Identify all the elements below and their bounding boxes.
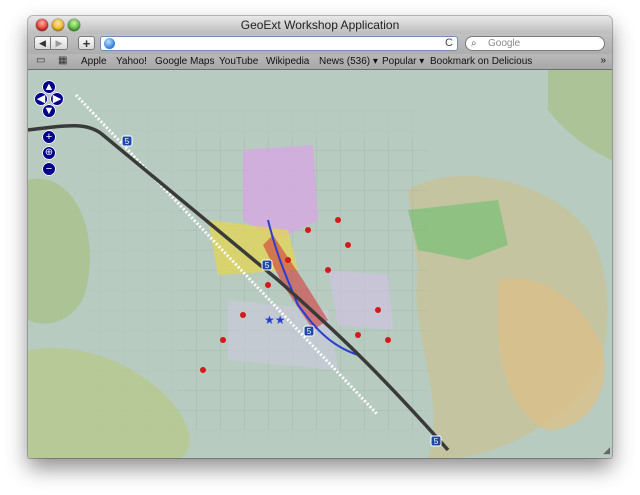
- mixed-zone: [328, 270, 393, 330]
- zoom-in-button[interactable]: +: [42, 130, 56, 144]
- book-icon[interactable]: ▭: [36, 55, 45, 66]
- back-button[interactable]: ◀: [34, 36, 51, 50]
- map-viewport[interactable]: ★★ 5 5 5 5 ▲ ◀ ▶ ▼ + ⊕ − ◢: [28, 70, 612, 458]
- search-icon: ⌕: [471, 38, 477, 49]
- bookmark-item[interactable]: Google Maps: [155, 56, 214, 67]
- globe-icon: [104, 38, 115, 49]
- star-icon[interactable]: ★★: [264, 313, 286, 327]
- bookmarks-bar: ▭ ▦ Apple Yahoo! Google Maps YouTube Wik…: [28, 54, 612, 70]
- grid-icon[interactable]: ▦: [58, 55, 67, 66]
- route-shield-label: 5: [265, 261, 270, 270]
- zoom-world-button[interactable]: ⊕: [42, 146, 56, 160]
- route-shield: 5: [430, 435, 442, 447]
- add-bookmark-button[interactable]: +: [78, 36, 95, 51]
- zoom-out-button[interactable]: −: [42, 162, 56, 176]
- route-shield-label: 5: [125, 137, 130, 146]
- forward-button[interactable]: ▶: [51, 36, 68, 50]
- bookmark-item[interactable]: Yahoo!: [116, 56, 147, 67]
- bookmark-menu[interactable]: Popular ▾: [382, 56, 424, 67]
- more-bookmarks-icon[interactable]: »: [600, 55, 606, 66]
- route-shield: 5: [303, 325, 315, 337]
- bookmark-item[interactable]: YouTube: [219, 56, 258, 67]
- route-shield: 5: [261, 259, 273, 271]
- search-placeholder: Google: [488, 38, 521, 49]
- bookmark-menu[interactable]: News (536) ▾: [319, 56, 378, 67]
- map-canvas: ★★ 5 5 5 5: [28, 70, 612, 458]
- browser-window: GeoExt Workshop Application ◀ ▶ + C ⌕ Go…: [28, 16, 612, 458]
- bookmark-item[interactable]: Bookmark on Delicious: [430, 56, 532, 67]
- browser-toolbar: ◀ ▶ + C ⌕ Google: [28, 34, 612, 54]
- window-title: GeoExt Workshop Application: [240, 18, 400, 32]
- route-shield: 5: [121, 135, 133, 147]
- title-bar: GeoExt Workshop Application: [28, 16, 612, 34]
- reload-icon[interactable]: C: [445, 37, 453, 49]
- search-input[interactable]: ⌕ Google: [465, 36, 605, 51]
- pan-down-button[interactable]: ▼: [42, 104, 56, 118]
- address-bar[interactable]: C: [100, 36, 458, 51]
- pan-zoom-control: ▲ ◀ ▶ ▼ + ⊕ −: [34, 80, 64, 190]
- resize-handle-icon[interactable]: ◢: [603, 445, 610, 456]
- route-shield-label: 5: [307, 327, 312, 336]
- bookmark-item[interactable]: Wikipedia: [266, 56, 309, 67]
- bookmark-item[interactable]: Apple: [81, 56, 107, 67]
- route-shield-label: 5: [434, 437, 439, 446]
